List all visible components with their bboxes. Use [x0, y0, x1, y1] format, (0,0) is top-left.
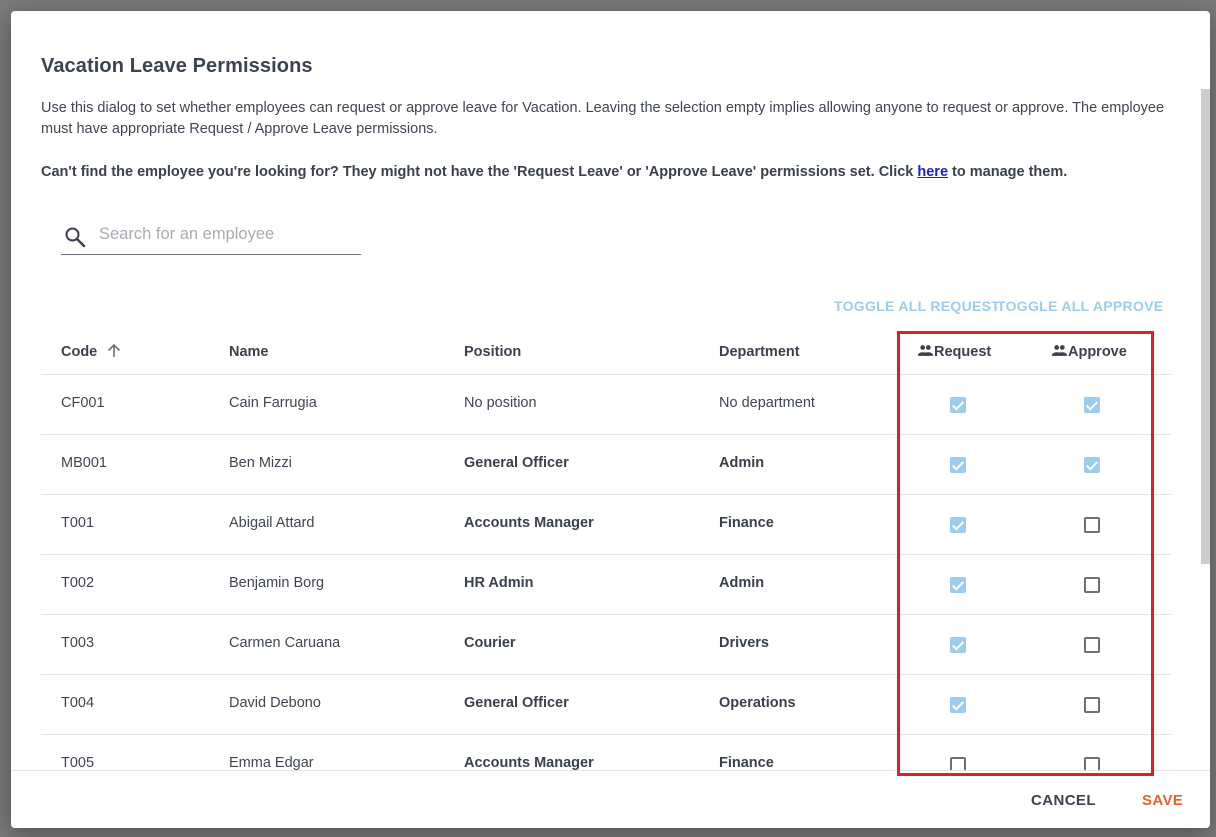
approve-checkbox[interactable] [1084, 517, 1100, 533]
dialog-footer: CANCEL SAVE [11, 770, 1210, 828]
table-row: CF001 Cain Farrugia No position No depar… [41, 375, 1171, 435]
cell-code: T005 [61, 755, 95, 770]
header-department[interactable]: Department [719, 344, 800, 360]
approve-checkbox[interactable] [1084, 397, 1100, 413]
table-row: T004 David Debono General Officer Operat… [41, 675, 1171, 735]
save-button[interactable]: SAVE [1142, 792, 1183, 809]
table-header: Code Name Position Department Request Ap… [41, 331, 1171, 375]
cell-code: T003 [61, 635, 95, 651]
cell-department: Operations [719, 695, 796, 711]
cell-name: Ben Mizzi [229, 455, 292, 471]
table-row: MB001 Ben Mizzi General Officer Admin [41, 435, 1171, 495]
dialog-scrollbar[interactable] [1201, 89, 1210, 564]
request-checkbox[interactable] [950, 637, 966, 653]
employee-search [61, 220, 361, 255]
cell-position: Courier [464, 635, 516, 651]
header-approve-label: Approve [1068, 344, 1127, 360]
cell-code: MB001 [61, 455, 107, 471]
cell-name: Emma Edgar [229, 755, 314, 770]
table-row: T002 Benjamin Borg HR Admin Admin [41, 555, 1171, 615]
cell-department: Admin [719, 575, 765, 591]
cell-department: No department [719, 395, 815, 411]
header-position[interactable]: Position [464, 344, 521, 360]
request-checkbox[interactable] [950, 697, 966, 713]
cell-code: T004 [61, 695, 95, 711]
cell-department: Finance [719, 515, 774, 531]
header-request-label: Request [934, 344, 992, 360]
request-checkbox[interactable] [950, 397, 966, 413]
approve-checkbox[interactable] [1084, 577, 1100, 593]
approve-checkbox[interactable] [1084, 697, 1100, 713]
cell-position: General Officer [464, 695, 569, 711]
missing-employee-note: Can't find the employee you're looking f… [41, 164, 1067, 180]
table-row: T005 Emma Edgar Accounts Manager Finance [41, 735, 1171, 770]
cell-name: Benjamin Borg [229, 575, 325, 591]
approve-checkbox[interactable] [1084, 757, 1100, 770]
cell-department: Drivers [719, 635, 769, 651]
cancel-button[interactable]: CANCEL [1031, 792, 1096, 809]
cell-code: T002 [61, 575, 95, 591]
search-input[interactable] [97, 224, 356, 245]
people-icon [1051, 344, 1068, 356]
cell-position: Accounts Manager [464, 515, 594, 531]
cell-code: CF001 [61, 395, 105, 411]
header-code[interactable]: Code [61, 343, 123, 360]
request-checkbox[interactable] [950, 457, 966, 473]
people-icon [917, 344, 934, 356]
cell-position: HR Admin [464, 575, 534, 591]
header-code-label: Code [61, 344, 98, 360]
approve-checkbox[interactable] [1084, 637, 1100, 653]
note-text-before: Can't find the employee you're looking f… [41, 164, 918, 180]
cell-position: General Officer [464, 455, 569, 471]
cell-department: Admin [719, 455, 765, 471]
sort-ascending-icon [108, 343, 121, 357]
dialog-description: Use this dialog to set whether employees… [41, 100, 1165, 137]
employee-table: Code Name Position Department Request Ap… [41, 331, 1171, 770]
cell-name: Abigail Attard [229, 515, 315, 531]
request-checkbox[interactable] [950, 577, 966, 593]
table-row: T003 Carmen Caruana Courier Drivers [41, 615, 1171, 675]
search-icon [65, 227, 86, 248]
request-checkbox[interactable] [950, 517, 966, 533]
manage-permissions-link[interactable]: here [917, 164, 948, 180]
cell-position: Accounts Manager [464, 755, 594, 770]
cell-name: David Debono [229, 695, 321, 711]
header-approve: Approve [1051, 344, 1127, 360]
cell-name: Carmen Caruana [229, 635, 341, 651]
table-row: T001 Abigail Attard Accounts Manager Fin… [41, 495, 1171, 555]
note-text-after: to manage them. [948, 164, 1068, 180]
approve-checkbox[interactable] [1084, 457, 1100, 473]
cell-position: No position [464, 395, 537, 411]
backdrop-fragment [1210, 245, 1216, 265]
toggle-all-request-button[interactable]: TOGGLE ALL REQUEST [834, 298, 1000, 314]
header-name[interactable]: Name [229, 344, 269, 360]
toggle-all-approve-button[interactable]: TOGGLE ALL APPROVE [997, 298, 1163, 314]
permissions-dialog: Vacation Leave Permissions Use this dial… [11, 11, 1210, 828]
cell-department: Finance [719, 755, 774, 770]
dialog-title: Vacation Leave Permissions [41, 55, 313, 77]
header-request: Request [917, 344, 991, 360]
cell-code: T001 [61, 515, 95, 531]
request-checkbox[interactable] [950, 757, 966, 770]
cell-name: Cain Farrugia [229, 395, 317, 411]
